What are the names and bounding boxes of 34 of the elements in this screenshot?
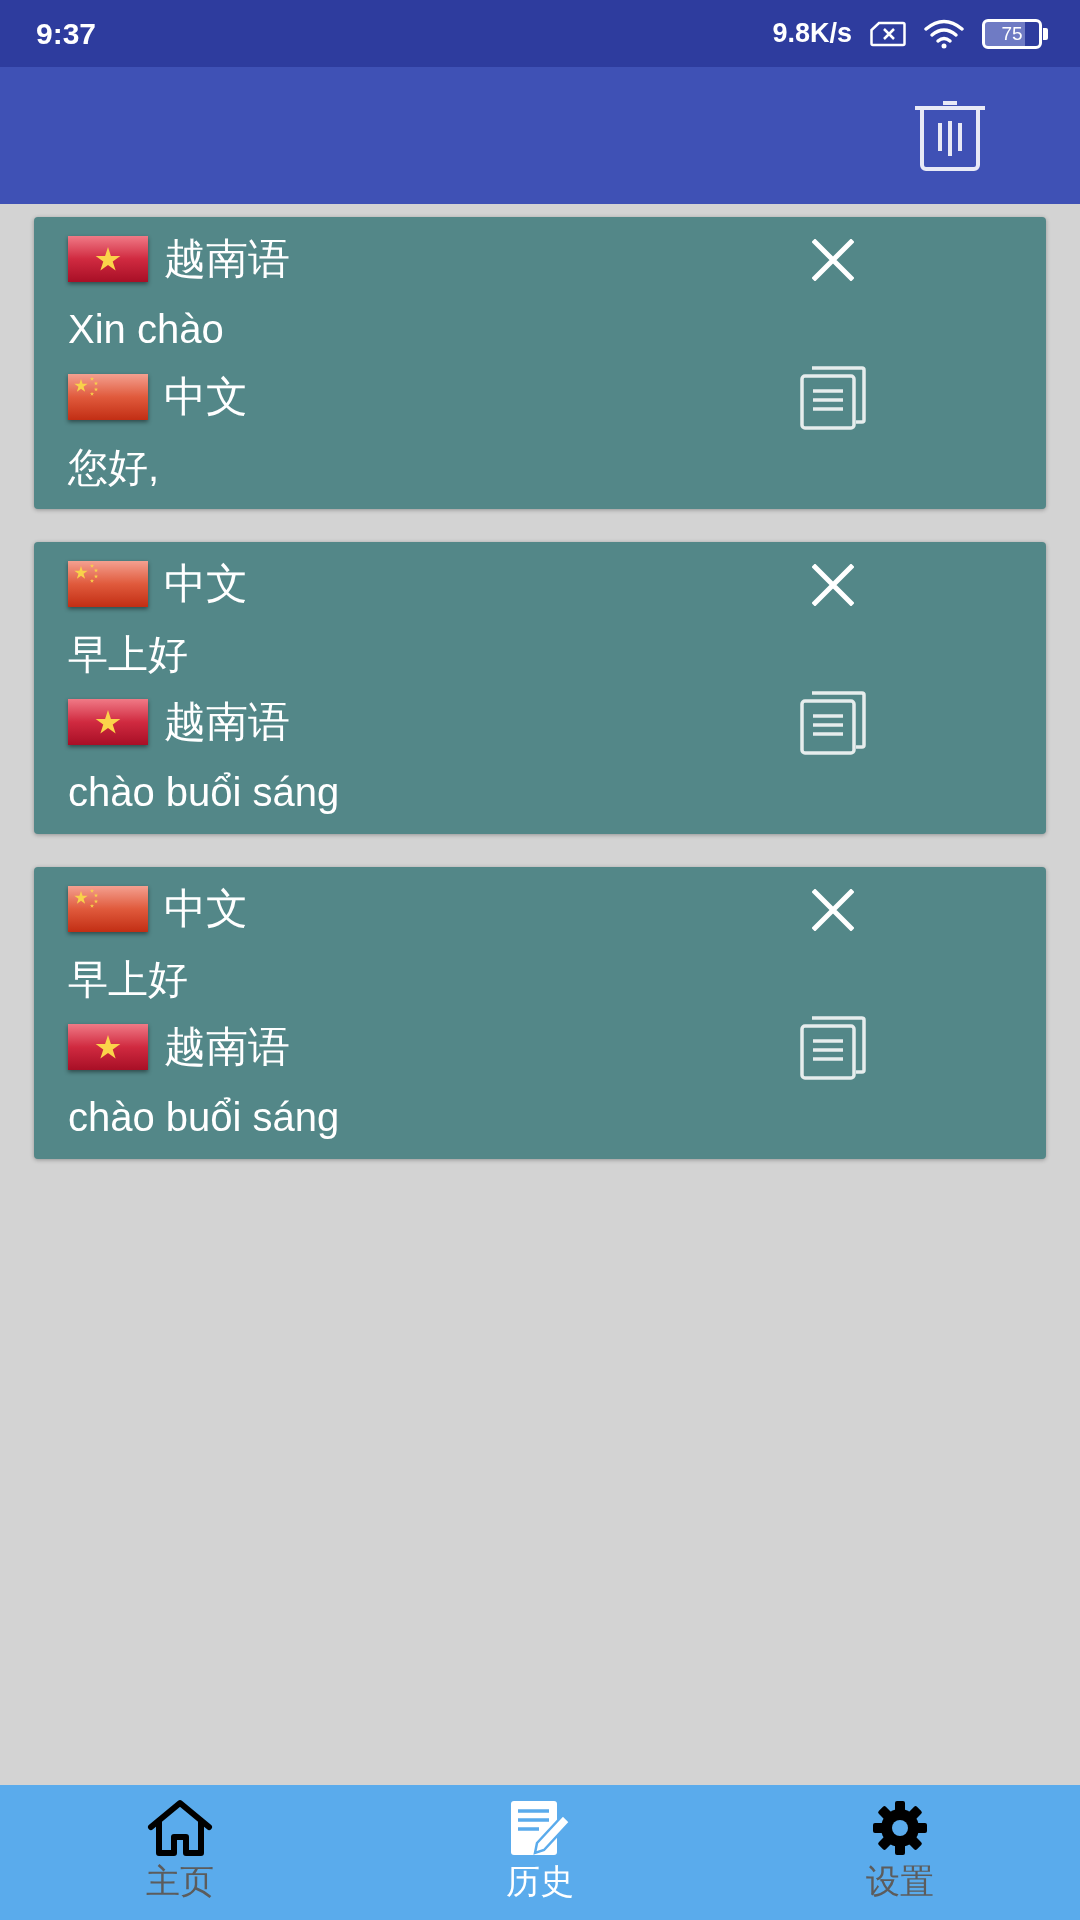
close-icon[interactable] <box>812 888 854 931</box>
language-label: 中文 <box>164 884 248 935</box>
close-icon[interactable] <box>812 238 854 281</box>
network-speed: 9.8K/s <box>772 18 852 49</box>
language-label: 中文 <box>164 559 248 610</box>
copy-icon[interactable] <box>800 1015 866 1080</box>
source-text: Xin chào <box>68 305 224 353</box>
close-icon[interactable] <box>812 563 854 606</box>
x-box-icon <box>870 20 906 47</box>
flag-icon <box>68 374 148 421</box>
nav-tab[interactable]: 历史 <box>360 1785 720 1920</box>
flag-icon <box>68 236 148 283</box>
flag-icon <box>68 561 148 608</box>
language-label: 越南语 <box>164 234 290 285</box>
translation-text: chào buổi sáng <box>68 1093 340 1141</box>
copy-icon[interactable] <box>800 690 866 755</box>
language-label: 越南语 <box>164 1022 290 1073</box>
source-text: 早上好 <box>68 630 188 678</box>
language-label: 越南语 <box>164 697 290 748</box>
status-time: 9:37 <box>36 16 97 51</box>
flag-icon <box>68 1024 148 1071</box>
battery-indicator: 75 <box>982 18 1050 49</box>
copy-icon[interactable] <box>800 365 866 430</box>
wifi-icon <box>924 18 964 49</box>
flag-icon <box>68 699 148 746</box>
delete-icon[interactable] <box>913 100 987 171</box>
language-label: 中文 <box>164 372 248 423</box>
translation-text: chào buổi sáng <box>68 768 340 816</box>
home-icon <box>147 1799 213 1857</box>
nav-tab[interactable]: 设置 <box>720 1785 1080 1920</box>
nav-tab[interactable]: 主页 <box>0 1785 360 1920</box>
translation-text: 您好, <box>68 443 160 491</box>
source-text: 早上好 <box>68 955 188 1003</box>
flag-icon <box>68 886 148 933</box>
